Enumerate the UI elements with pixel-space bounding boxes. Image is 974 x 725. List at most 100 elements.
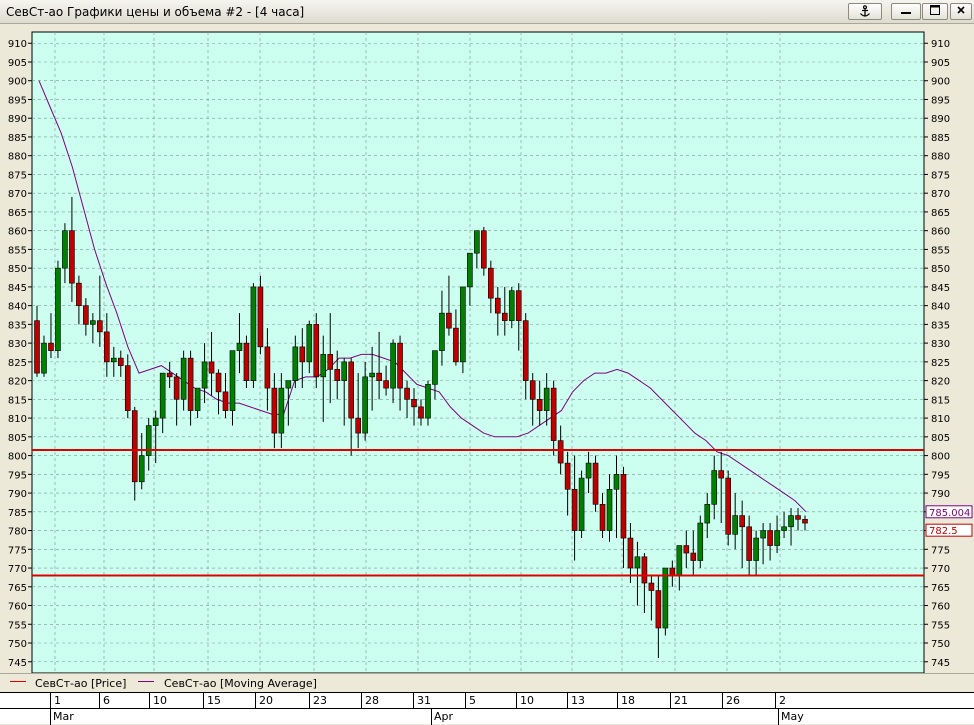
y-tick-label: 770 [931,564,950,575]
y-tick-label: 875 [8,170,27,181]
y-tick-label: 850 [931,264,950,275]
candle-body [648,582,655,591]
date-label: 10 [153,694,167,707]
y-tick-label: 910 [931,39,950,50]
candle-body [760,530,766,539]
plot-area [31,31,925,673]
candle-body [41,342,47,374]
close-button[interactable] [950,3,972,20]
date-tick [99,693,100,708]
window-title: СевСт-ао Графики цены и объема #2 - [4 ч… [6,5,305,19]
candle-body [117,357,124,366]
y-tick-label: 870 [931,189,950,200]
y-tick-label: 815 [931,395,950,406]
date-label: 13 [571,694,585,707]
y-tick-label: 875 [931,170,950,181]
candle-body [690,552,697,561]
candle-body [543,387,550,411]
candle-body [718,470,725,479]
y-tick-label: 770 [8,564,27,575]
y-tick-label: 895 [931,95,950,106]
candle-body [34,320,40,374]
candle-body [418,406,424,419]
y-tick-label: 885 [8,133,27,144]
candle-body [474,230,480,254]
maximize-button[interactable] [922,3,948,20]
candle-body [739,515,745,528]
candle-body [243,342,250,381]
y-tick-label: 805 [931,433,950,444]
y-tick-label: 890 [931,114,950,125]
candle-body [250,286,257,381]
candle-body [641,556,648,584]
candle-body [515,290,522,321]
candle-body [732,515,738,535]
candle-body [439,312,445,351]
y-tick-label: 825 [931,358,950,369]
candle-body [453,327,459,363]
legend-label-moving-average: СевСт-ао [Moving Average] [164,677,317,690]
price-chart[interactable]: 745 750 755 760 765 770 775 780 785 790 795 800 805 8… [0,24,974,673]
candle-body [606,489,613,531]
y-tick-label: 810 [8,414,27,425]
month-label: Mar [53,710,74,723]
candle-body [564,462,571,490]
y-tick-label: 765 [931,583,950,594]
candle-body [494,297,501,314]
date-label: 23 [313,694,327,707]
y-tick-label: 745 [931,658,950,669]
dock-button[interactable] [848,3,882,20]
minimize-button[interactable] [891,3,921,20]
candle-body [145,425,152,456]
candle-body [788,515,794,528]
candle-body [104,331,110,363]
candle-body [627,537,634,569]
anchor-icon [860,5,870,17]
candle-body [481,230,487,269]
date-tick [149,693,150,708]
date-tick [413,693,414,708]
candle-body [278,387,285,434]
candle-body [697,522,704,561]
candle-body [229,350,236,411]
candle-body [327,354,334,370]
candle-body [264,346,271,389]
candle-body [550,387,557,441]
last-price-label: 785.004 [929,508,970,519]
date-tick [309,693,310,708]
y-tick-label: 880 [931,152,950,163]
date-label: 15 [207,694,221,707]
y-tick-label: 795 [8,470,27,481]
candle-body [488,267,494,299]
y-tick-label: 845 [931,283,950,294]
candle-body [725,477,732,535]
candle-body [299,346,306,363]
y-tick-label: 815 [8,395,27,406]
y-tick-label: 790 [8,489,27,500]
candle-body [222,391,229,411]
date-tick [722,693,723,708]
month-tick [431,708,432,725]
y-tick-label: 835 [931,320,950,331]
candle-body [383,380,389,389]
minimize-icon [901,12,911,14]
candle-body [131,410,138,483]
maximize-icon [930,5,940,15]
candle-body [578,477,585,531]
candle-body [194,387,201,411]
y-tick-label: 855 [8,245,27,256]
y-tick-label: 870 [8,189,27,200]
date-label: 26 [726,694,740,707]
candle-body [111,357,117,363]
candle-body [669,567,676,576]
candle-body [180,357,187,400]
date-label: 10 [520,694,534,707]
candle-body [522,320,529,381]
legend-label-price: СевСт-ао [Price] [35,677,127,690]
y-tick-label: 890 [8,114,27,125]
candle-body [620,474,627,539]
candle-body [774,530,780,546]
candle-body [62,230,68,269]
date-tick [567,693,568,708]
y-tick-label: 900 [8,77,27,88]
